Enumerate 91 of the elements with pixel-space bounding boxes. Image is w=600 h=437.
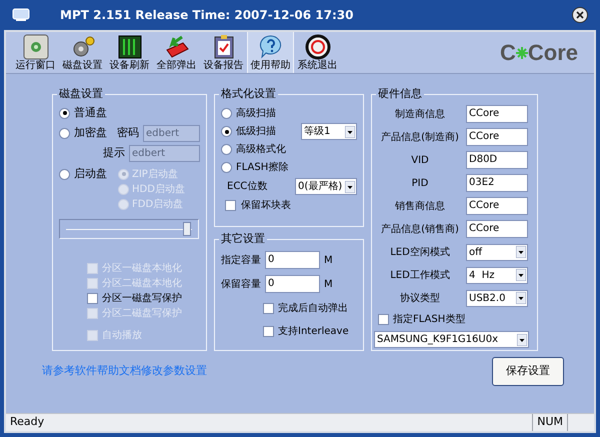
option-label: ZIP启动盘 — [132, 168, 178, 182]
toolbar-button[interactable]: 设备刷新 — [106, 32, 153, 73]
logo: C Core — [500, 39, 578, 67]
app-icon — [12, 8, 30, 22]
option-label: M — [324, 254, 333, 268]
option-label: 低级扫描 — [236, 124, 276, 139]
option-label: 高级扫描 — [236, 106, 276, 121]
flower-icon — [516, 46, 528, 58]
dropdown[interactable]: USB2.0 — [466, 290, 528, 306]
close-icon — [576, 11, 584, 19]
radio-button[interactable] — [59, 108, 70, 118]
option-label: 产品信息(销售商) — [381, 222, 459, 236]
option-label: 高级格式化 — [236, 142, 286, 157]
toolbar-button[interactable]: 设备报告 — [200, 32, 247, 73]
option-label: 协议类型 — [400, 292, 440, 306]
option-label: 指定FLASH类型 — [393, 312, 466, 326]
option-label: 产品信息(制造商) — [381, 130, 459, 144]
input-field[interactable]: 03E2 — [466, 174, 528, 192]
slider-thumb[interactable] — [183, 222, 192, 236]
option-label: HDD启动盘 — [132, 182, 185, 196]
input-field[interactable]: CCore — [466, 105, 528, 123]
caret-icon — [345, 126, 355, 138]
input-field[interactable]: CCore — [466, 128, 528, 146]
option-label: FDD启动盘 — [132, 198, 184, 212]
toolbar-button[interactable]: 运行窗口 — [12, 32, 59, 73]
dropdown[interactable]: 0(最严格) — [295, 178, 357, 195]
radio-button[interactable] — [221, 162, 232, 173]
option-label: 支持Interleave — [278, 324, 349, 339]
checkbox[interactable] — [263, 326, 274, 337]
dropdown[interactable]: 等级1 — [301, 123, 357, 140]
status-text: Ready — [10, 414, 44, 430]
toolbar-button[interactable]: 系统退出 — [294, 32, 341, 73]
checkbox[interactable] — [263, 303, 274, 314]
group-title: 其它设置 — [219, 232, 267, 246]
checkbox[interactable] — [225, 200, 236, 211]
option-label: 普通盘 — [74, 104, 107, 121]
option-label: 提示 — [103, 144, 125, 161]
option-label: 销售商信息 — [395, 200, 445, 214]
group-title: 磁盘设置 — [57, 87, 105, 101]
close-button[interactable] — [572, 7, 588, 23]
input-field[interactable]: 0 — [265, 275, 320, 293]
option-label: LED空闲模式 — [390, 246, 450, 260]
input-field[interactable]: CCore — [466, 220, 528, 238]
option-label: 分区一磁盘本地化 — [102, 262, 182, 276]
option-label: VID — [411, 154, 429, 168]
option-label: 分区一磁盘写保护 — [102, 292, 182, 306]
option-label: 完成后自动弹出 — [278, 302, 348, 316]
toolbar-button[interactable]: 使用帮助 — [247, 32, 294, 73]
option-label: 启动盘 — [74, 166, 107, 182]
option-label: 保留坏块表 — [241, 198, 291, 213]
input-field[interactable]: 0 — [265, 251, 320, 269]
option-label: 密码 — [117, 126, 139, 139]
option-label: M — [324, 278, 333, 292]
option-label: 制造商信息 — [395, 108, 445, 122]
help-icon — [258, 34, 284, 60]
option-label: PID — [412, 176, 428, 190]
dropdown[interactable]: off — [466, 244, 528, 260]
input-field[interactable]: D80D — [466, 151, 528, 169]
checkbox[interactable] — [87, 292, 98, 304]
option-label: 分区二磁盘本地化 — [102, 276, 182, 290]
caret-icon — [517, 334, 527, 346]
window-title: MPT 2.151 Release Time: 2007-12-06 17:30 — [60, 7, 354, 24]
num-lock-indicator: NUM — [532, 414, 568, 431]
option-label: LED工作模式 — [390, 268, 450, 282]
option-label: 指定容量 — [221, 254, 261, 268]
bars-icon — [116, 34, 142, 60]
radio-button[interactable] — [221, 144, 232, 155]
dropdown[interactable]: 4 Hz — [466, 266, 528, 284]
option-label: 保留容量 — [221, 278, 261, 292]
option-label: ECC位数 — [227, 180, 268, 194]
group-title: 格式化设置 — [219, 87, 278, 101]
checkbox[interactable] — [378, 314, 389, 324]
radio-button[interactable] — [221, 126, 232, 137]
option-label: FLASH擦除 — [236, 160, 288, 175]
caret-icon — [516, 269, 526, 281]
option-label: 自动播放 — [102, 328, 142, 342]
option-label: 分区二磁盘写保护 — [102, 306, 182, 320]
window-icon — [22, 34, 48, 60]
caret-icon — [345, 180, 355, 192]
radio-button[interactable] — [59, 168, 70, 180]
caret-icon — [516, 292, 526, 304]
toolbar-button[interactable]: 全部弹出 — [153, 32, 200, 73]
dropdown[interactable]: SAMSUNG_K9F1G16U0x — [374, 331, 529, 348]
toolbar-button[interactable]: 磁盘设置 — [59, 32, 106, 73]
option-label: 加密盘 — [74, 124, 107, 141]
input-field[interactable]: CCore — [466, 197, 528, 215]
radio-button[interactable] — [59, 128, 70, 138]
radio-button[interactable] — [221, 108, 232, 119]
group-title: 硬件信息 — [376, 87, 424, 101]
save-button[interactable]: 保存设置 — [492, 357, 564, 386]
caret-icon — [516, 246, 526, 258]
